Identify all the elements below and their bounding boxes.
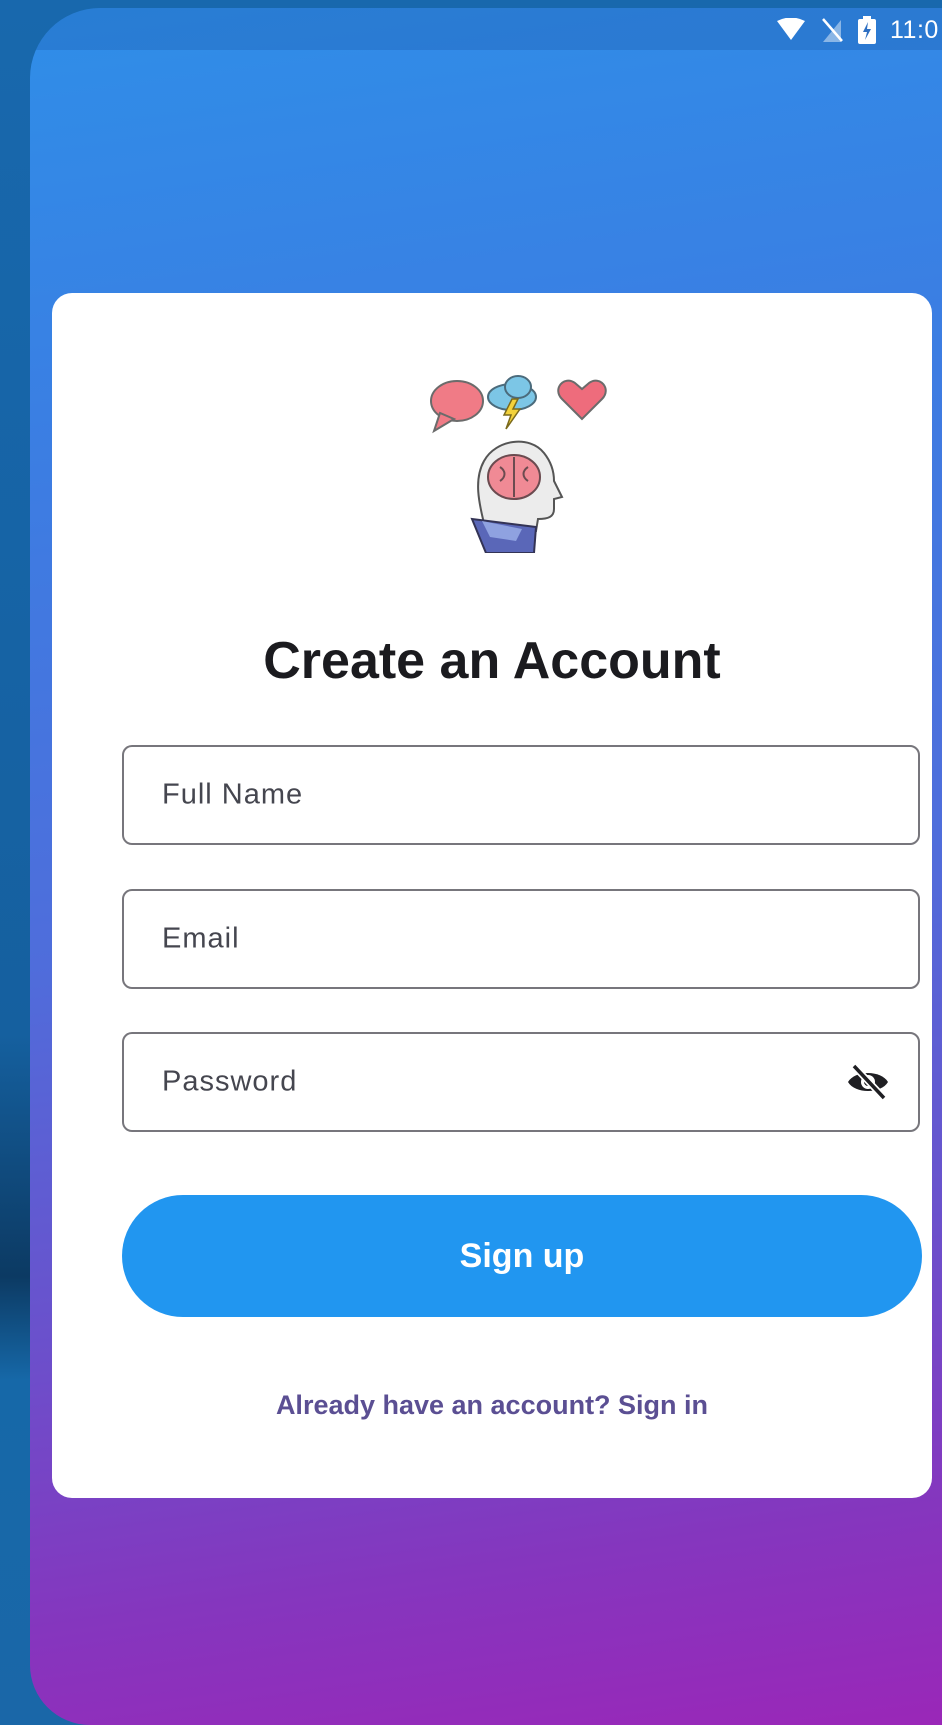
storm-cloud-icon xyxy=(487,375,537,430)
password-field[interactable]: Password xyxy=(122,1032,920,1132)
signup-card: Create an Account Full Name Email Passwo… xyxy=(52,293,932,1498)
phone-screen: 11:0 Create an Account Full Name Email P… xyxy=(30,8,942,1725)
status-icons: 11:0 xyxy=(776,16,942,44)
full-name-label: Full Name xyxy=(162,778,304,811)
signup-button-label: Sign up xyxy=(459,1236,585,1275)
full-name-field[interactable]: Full Name xyxy=(122,745,920,845)
speech-bubble-icon xyxy=(430,380,484,434)
status-bar: 11:0 xyxy=(30,8,942,50)
app-logo xyxy=(412,353,632,554)
signin-link[interactable]: Already have an account? Sign in xyxy=(52,1390,932,1421)
battery-charging-icon xyxy=(858,16,876,44)
eye-off-icon[interactable] xyxy=(842,1056,894,1108)
password-label: Password xyxy=(162,1065,298,1098)
signup-button[interactable]: Sign up xyxy=(122,1195,922,1317)
email-label: Email xyxy=(162,922,240,955)
head-with-brain-icon xyxy=(470,440,564,554)
page-title: Create an Account xyxy=(263,632,721,690)
email-field[interactable]: Email xyxy=(122,889,920,989)
heart-icon xyxy=(557,379,607,421)
no-sim-icon xyxy=(820,17,844,43)
status-time: 11:0 xyxy=(890,15,939,44)
wifi-icon xyxy=(776,18,806,42)
